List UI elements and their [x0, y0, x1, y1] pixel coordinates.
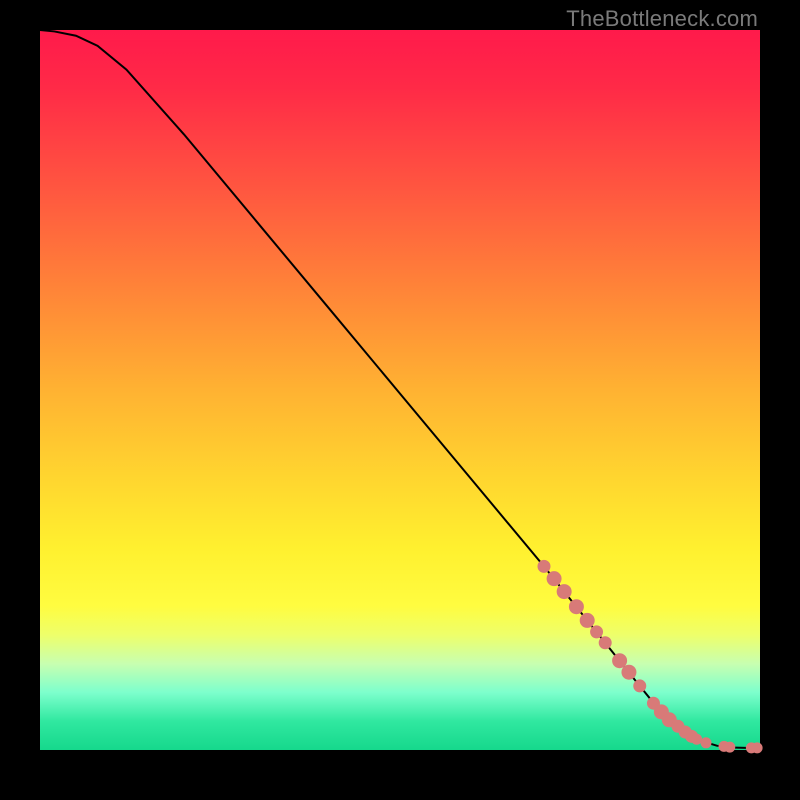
- bottleneck-curve: [40, 30, 760, 748]
- data-point: [569, 600, 583, 614]
- data-point: [622, 665, 636, 679]
- data-point: [591, 626, 603, 638]
- plot-area: [40, 30, 760, 750]
- data-point: [613, 654, 627, 668]
- marker-group: [538, 560, 762, 752]
- data-point: [634, 680, 646, 692]
- data-point: [547, 572, 561, 586]
- data-point: [580, 613, 594, 627]
- curve-svg: [40, 30, 760, 750]
- data-point: [599, 637, 611, 649]
- data-point: [752, 743, 762, 753]
- data-point: [725, 742, 735, 752]
- attribution-label: TheBottleneck.com: [566, 6, 758, 32]
- data-point: [538, 560, 550, 572]
- data-point: [701, 738, 711, 748]
- data-point: [692, 734, 702, 744]
- chart-frame: TheBottleneck.com: [0, 0, 800, 800]
- data-point: [557, 585, 571, 599]
